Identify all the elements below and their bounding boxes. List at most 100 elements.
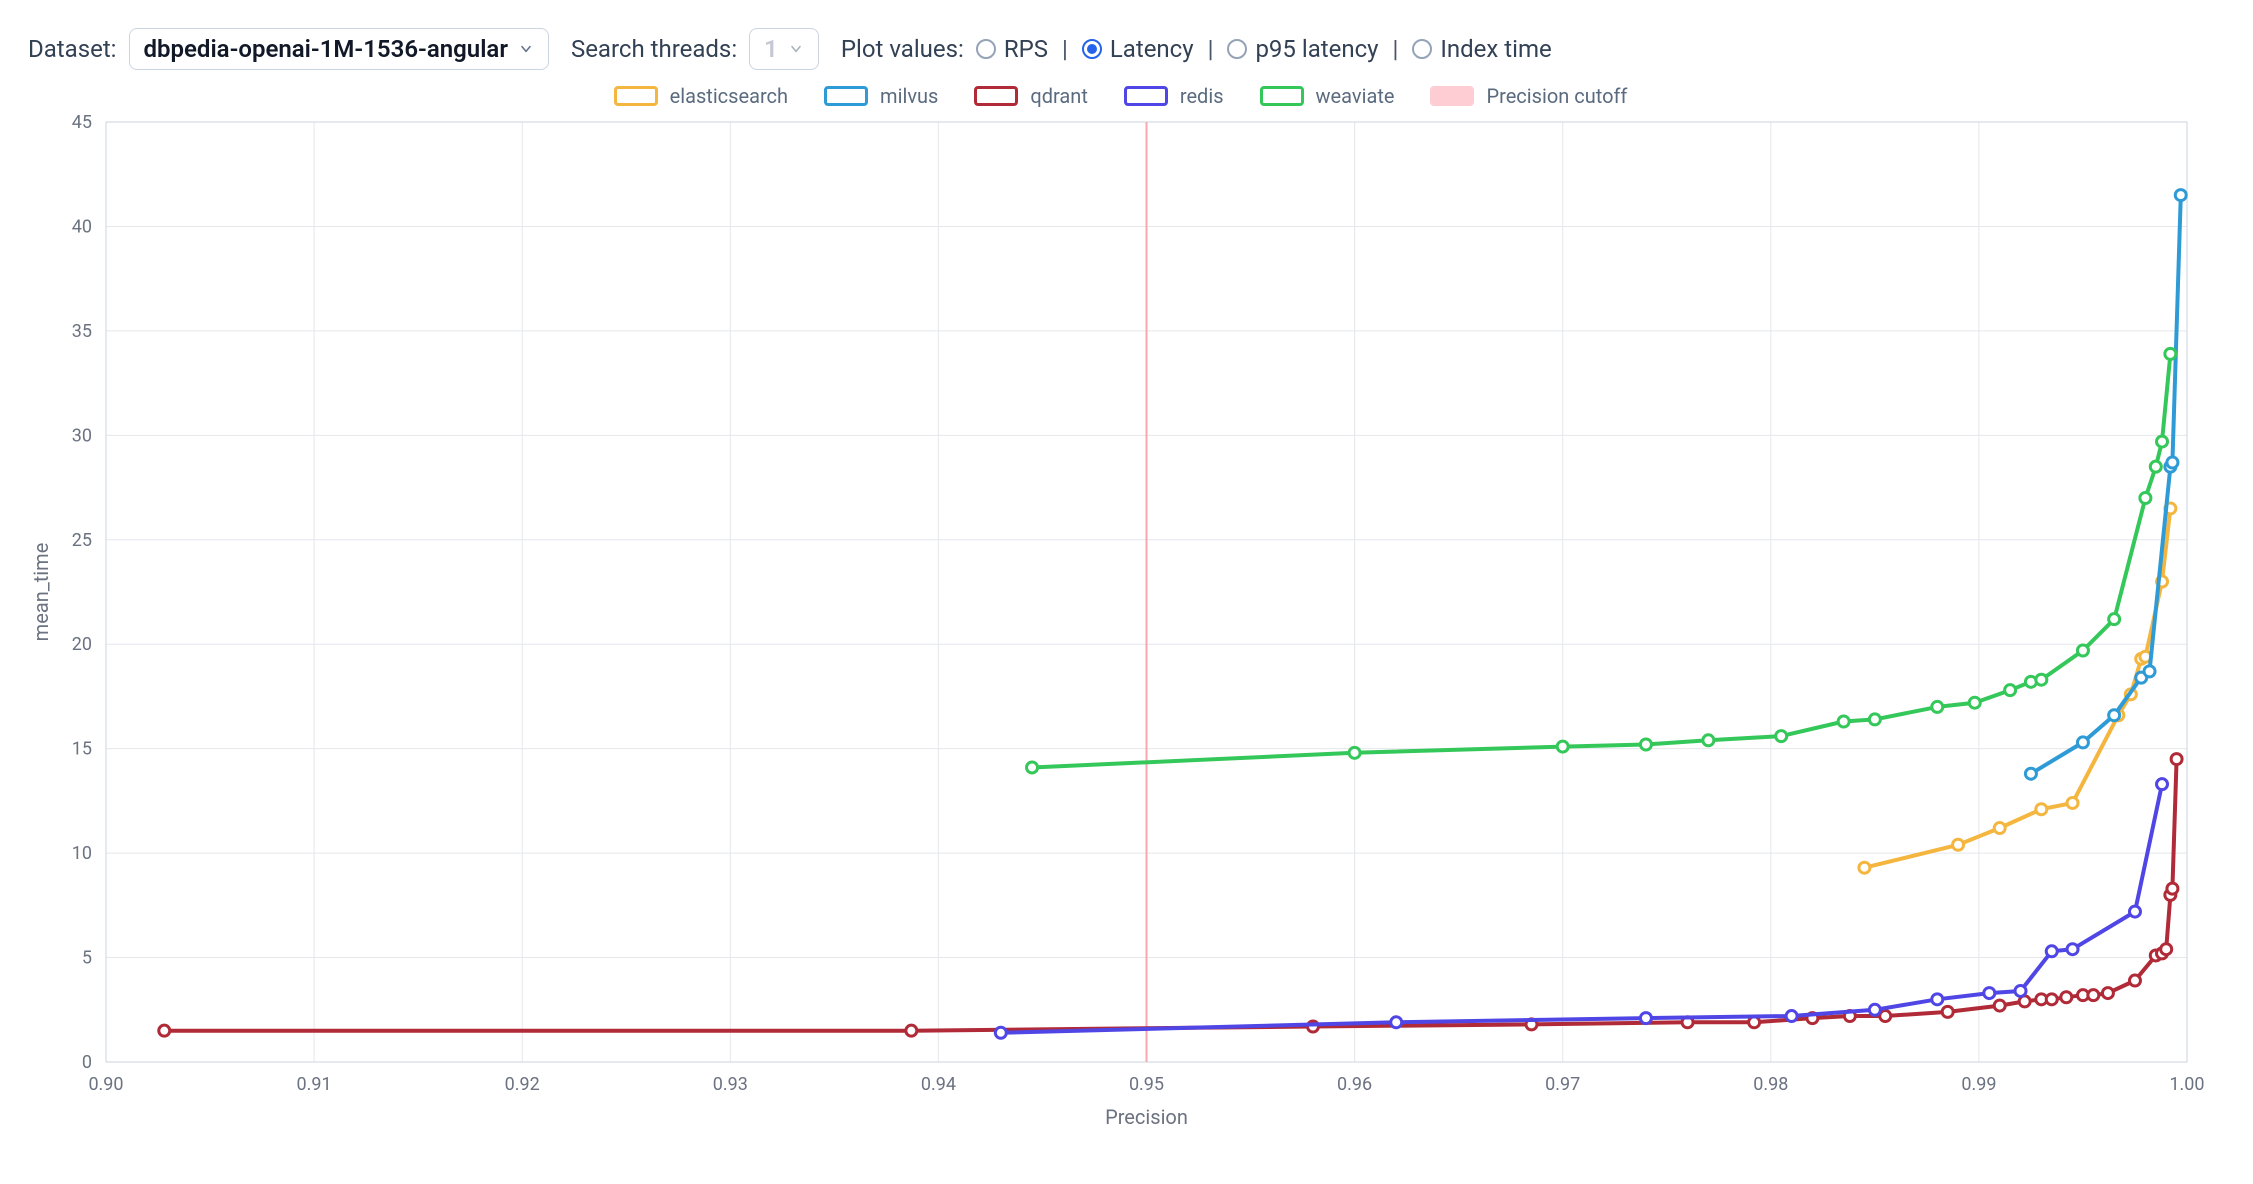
series-line-qdrant (164, 759, 2176, 1031)
radio-p95-label: p95 latency (1255, 35, 1378, 63)
plot-values-group: RPS | Latency | p95 latency | Index time (976, 35, 1552, 63)
legend-label: elasticsearch (670, 84, 788, 108)
threads-value: 1 (764, 35, 778, 63)
svg-text:40: 40 (72, 216, 92, 237)
radio-p95[interactable]: p95 latency (1227, 35, 1378, 63)
series-point-milvus (2025, 768, 2036, 779)
chart-svg: 0.900.910.920.930.940.950.960.970.980.99… (28, 112, 2213, 1142)
series-point-qdrant (2129, 975, 2140, 986)
radio-dot-icon (1227, 39, 1247, 59)
legend-item-weaviate[interactable]: weaviate (1260, 84, 1395, 108)
svg-text:20: 20 (72, 634, 92, 655)
legend-label: qdrant (1030, 84, 1088, 108)
legend-item-cutoff[interactable]: Precision cutoff (1430, 84, 1627, 108)
legend-label: redis (1180, 84, 1224, 108)
svg-text:15: 15 (72, 739, 92, 760)
svg-text:1.00: 1.00 (2169, 1074, 2204, 1095)
series-point-weaviate (1776, 731, 1787, 742)
svg-text:0.98: 0.98 (1753, 1074, 1788, 1095)
series-point-weaviate (2140, 493, 2151, 504)
series-point-weaviate (1349, 747, 1360, 758)
series-point-qdrant (1994, 1000, 2005, 1011)
radio-dot-icon (976, 39, 996, 59)
series-point-qdrant (159, 1025, 170, 1036)
series-point-weaviate (1703, 735, 1714, 746)
legend-item-redis[interactable]: redis (1124, 84, 1224, 108)
svg-text:45: 45 (72, 112, 92, 133)
svg-text:0.96: 0.96 (1337, 1074, 1372, 1095)
series-point-milvus (2175, 190, 2186, 201)
series-point-redis (1640, 1013, 1651, 1024)
legend-item-qdrant[interactable]: qdrant (974, 84, 1088, 108)
series-point-weaviate (1869, 714, 1880, 725)
series-point-weaviate (1557, 741, 1568, 752)
legend-swatch-icon (1124, 86, 1168, 106)
svg-text:10: 10 (72, 843, 92, 864)
svg-text:0.94: 0.94 (921, 1074, 956, 1095)
x-axis-label: Precision (1105, 1105, 1188, 1129)
series-point-qdrant (2161, 944, 2172, 955)
radio-dot-icon (1412, 39, 1432, 59)
legend-swatch-icon (1260, 86, 1304, 106)
series-point-weaviate (1640, 739, 1651, 750)
legend-label: milvus (880, 84, 938, 108)
series-point-redis (2015, 985, 2026, 996)
threads-select[interactable]: 1 (749, 28, 819, 70)
radio-latency[interactable]: Latency (1082, 35, 1194, 63)
svg-text:0.95: 0.95 (1129, 1074, 1164, 1095)
series-point-weaviate (2165, 348, 2176, 359)
series-point-weaviate (1932, 701, 1943, 712)
series-point-redis (1786, 1011, 1797, 1022)
series-point-elasticsearch (2067, 797, 2078, 808)
svg-text:0.97: 0.97 (1545, 1074, 1580, 1095)
svg-text:0.93: 0.93 (713, 1074, 748, 1095)
svg-text:0: 0 (82, 1052, 92, 1073)
radio-rps[interactable]: RPS (976, 35, 1048, 63)
series-point-milvus (2144, 666, 2155, 677)
series-point-qdrant (2102, 988, 2113, 999)
svg-text:0.90: 0.90 (88, 1074, 123, 1095)
series-point-milvus (2077, 737, 2088, 748)
controls-bar: Dataset: dbpedia-openai-1M-1536-angular … (28, 28, 2213, 70)
legend-item-elasticsearch[interactable]: elasticsearch (614, 84, 788, 108)
legend-label: weaviate (1316, 84, 1395, 108)
dataset-value: dbpedia-openai-1M-1536-angular (144, 35, 508, 63)
svg-text:0.92: 0.92 (505, 1074, 540, 1095)
chart-legend: elasticsearch milvus qdrant redis weaviate Pr… (28, 84, 2213, 108)
radio-rps-label: RPS (1004, 35, 1048, 63)
legend-item-milvus[interactable]: milvus (824, 84, 938, 108)
series-point-weaviate (2036, 674, 2047, 685)
plot-values-label: Plot values: (841, 35, 964, 63)
series-point-weaviate (2157, 436, 2168, 447)
series-point-qdrant (2046, 994, 2057, 1005)
separator: | (1204, 35, 1218, 63)
radio-dot-icon (1082, 39, 1102, 59)
svg-text:0.91: 0.91 (297, 1074, 332, 1095)
series-point-elasticsearch (1953, 839, 1964, 850)
series-point-qdrant (2167, 883, 2178, 894)
series-point-redis (1869, 1004, 1880, 1015)
separator: | (1058, 35, 1072, 63)
series-point-milvus (2109, 710, 2120, 721)
series-point-redis (995, 1027, 1006, 1038)
dataset-select[interactable]: dbpedia-openai-1M-1536-angular (129, 28, 549, 70)
svg-text:5: 5 (82, 948, 92, 969)
svg-text:25: 25 (72, 530, 92, 551)
radio-index[interactable]: Index time (1412, 35, 1551, 63)
chevron-down-icon (788, 41, 804, 57)
legend-swatch-icon (974, 86, 1018, 106)
series-point-redis (2067, 944, 2078, 955)
series-point-elasticsearch (1859, 862, 1870, 873)
series-point-qdrant (2061, 992, 2072, 1003)
series-line-weaviate (1032, 354, 2170, 768)
dataset-label: Dataset: (28, 35, 117, 63)
series-point-milvus (2167, 457, 2178, 468)
separator: | (1389, 35, 1403, 63)
series-point-elasticsearch (1994, 823, 2005, 834)
threads-label: Search threads: (571, 35, 737, 63)
series-point-weaviate (2005, 685, 2016, 696)
series-point-redis (1984, 988, 1995, 999)
series-point-redis (2129, 906, 2140, 917)
legend-swatch-icon (1430, 86, 1474, 106)
chevron-down-icon (518, 41, 534, 57)
